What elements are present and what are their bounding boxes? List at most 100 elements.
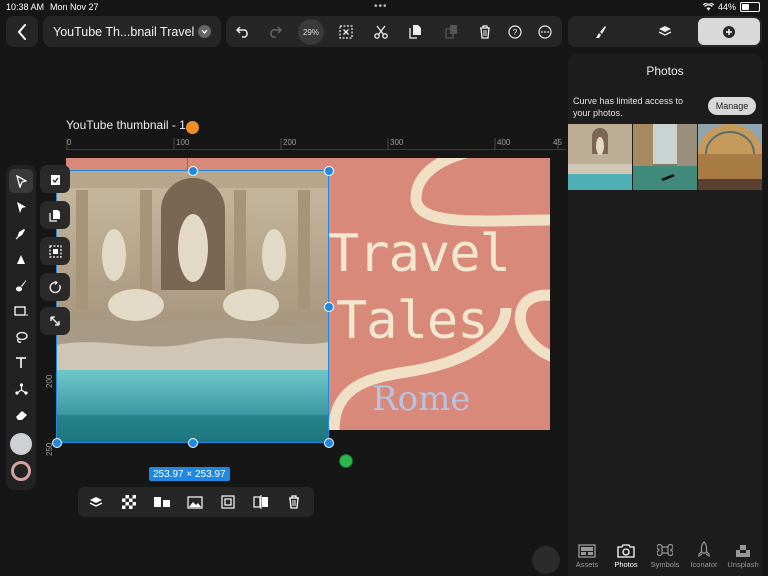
panel-bottom-tabs: Assets Photos Symbols Iconator Unsplash [568,536,762,576]
crop-button[interactable] [212,487,244,517]
back-button[interactable] [6,16,38,47]
selected-photo[interactable] [52,158,334,448]
zoom-level[interactable]: 29% [298,19,324,45]
ruler-horizontal: 0 100 200 300 400 45 [66,138,566,150]
direct-select-tool[interactable] [6,195,36,219]
copy-button[interactable] [400,16,430,47]
wifi-icon [702,3,714,11]
galleria-thumb-image [698,124,762,190]
panel-title: Photos [646,64,684,78]
resize-handle[interactable] [324,166,334,176]
title-tales[interactable]: Tales [336,295,489,347]
resize-handle[interactable] [324,438,334,448]
document-title-button[interactable]: YouTube Th...bnail Travel [43,16,221,47]
rectangle-icon [14,306,28,316]
vector-brush-tool[interactable] [6,247,36,271]
tab-symbols[interactable]: Symbols [646,536,684,576]
tab-layers[interactable] [634,18,696,45]
flip-icon [253,495,268,509]
paint-brush-icon [16,279,26,291]
tab-unsplash[interactable]: Unsplash [724,536,762,576]
ruler-tick: 100 [176,138,190,147]
cut-button[interactable] [366,16,396,47]
tab-assets[interactable]: Assets [568,536,606,576]
subtitle-rome[interactable]: Rome [372,382,470,416]
document-title: YouTube Th...bnail Travel [53,24,195,39]
text-tool[interactable] [6,351,36,375]
arrow-pointer-icon [15,174,27,188]
scale-button[interactable] [40,307,70,335]
image-adjust-button[interactable] [179,487,211,517]
tab-iconator[interactable]: Iconator [685,536,723,576]
resize-handle[interactable] [188,166,198,176]
delete-button[interactable] [470,16,500,47]
context-toolbar [78,487,314,517]
crop-icon [221,495,235,509]
paste-button[interactable] [436,16,466,47]
main-toolbar: 29% ? [226,16,562,47]
rotate-button[interactable] [40,273,70,301]
command-icon [657,543,673,557]
delete-selection-button[interactable] [278,487,310,517]
undo-button[interactable] [228,16,258,47]
align-icon [154,497,170,507]
more-button[interactable] [530,16,560,47]
dimension-badge: 253.97 × 253.97 [149,467,230,481]
plus-circle-icon [723,25,735,38]
redo-button[interactable] [260,16,290,47]
resize-handle[interactable] [52,438,62,448]
trash-icon [289,495,299,509]
vector-brush-icon [17,254,25,264]
rotate-handle[interactable] [186,121,199,134]
manage-button[interactable]: Manage [708,97,756,115]
align-button[interactable] [146,487,178,517]
duplicate-button[interactable] [40,201,70,229]
node-tool[interactable] [6,377,36,401]
photos-panel: Photos Curve has limited access to your … [568,54,762,576]
photo-thumbnail[interactable] [698,124,762,190]
ruler-tick: 300 [390,138,404,147]
deselect-button[interactable] [331,16,361,47]
tab-style[interactable] [570,18,632,45]
arrange-button[interactable] [80,487,112,517]
artboard-label[interactable]: YouTube thumbnail - 1 [66,118,186,132]
title-travel[interactable]: Travel [328,228,511,280]
resize-handle[interactable] [188,438,198,448]
fill-color-swatch[interactable] [10,433,32,455]
paint-brush-tool[interactable] [6,273,36,297]
tab-label: Assets [575,560,599,569]
scissors-icon [374,25,388,39]
replace-image-button[interactable] [40,237,70,265]
tab-photos[interactable]: Photos [607,536,645,576]
zoom-label: 29% [302,27,319,37]
tab-label: Unsplash [727,560,759,569]
fountain-thumb-image [568,124,632,190]
tab-label: Photos [614,560,638,569]
unsplash-icon [736,545,750,557]
lasso-tool[interactable] [6,325,36,349]
node-pointer-icon [16,201,26,213]
pivot-handle[interactable] [339,454,353,468]
photo-thumbnail[interactable] [568,124,632,190]
status-bar: 10:38 AM Mon Nov 27 ••• 44% [0,0,768,14]
chevron-down-icon [198,25,211,38]
photo-thumbnail[interactable] [633,124,697,190]
status-date: Mon Nov 27 [50,2,99,12]
undo-icon [236,25,248,38]
ruler-tick: 200 [45,374,54,388]
eraser-tool[interactable] [6,403,36,427]
pen-tool[interactable] [6,221,36,245]
tab-insert[interactable] [698,18,760,45]
tab-label: Iconator [690,560,718,569]
flip-button[interactable] [245,487,277,517]
assistive-touch-button[interactable] [532,546,560,574]
resize-handle[interactable] [324,302,334,312]
rectangle-tool[interactable] [6,299,36,323]
clipboard-check-button[interactable] [40,165,70,193]
select-tool[interactable] [9,169,33,193]
multitasking-dots-icon[interactable]: ••• [374,1,388,12]
stroke-color-swatch[interactable] [11,461,31,481]
transparency-button[interactable] [113,487,145,517]
selection-box [56,170,329,443]
help-button[interactable]: ? [500,16,530,47]
